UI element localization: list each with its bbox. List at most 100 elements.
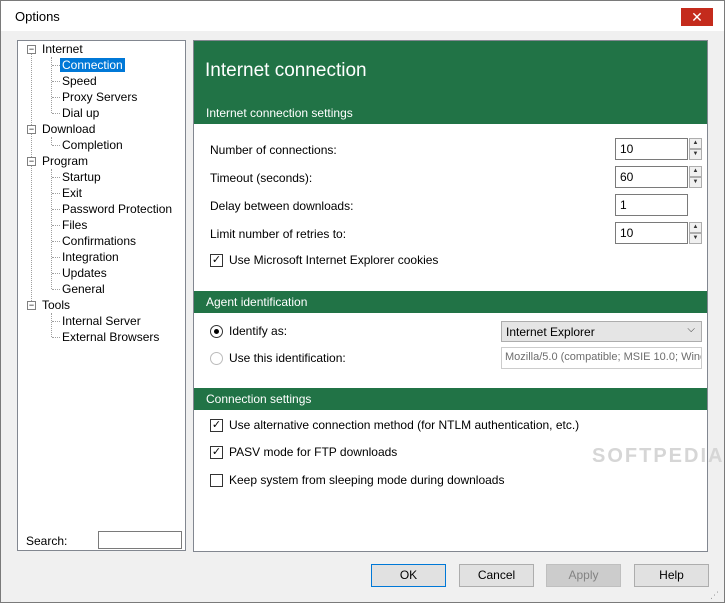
tree-connector xyxy=(52,81,60,82)
spin-up-icon[interactable]: ▲ xyxy=(689,138,702,149)
identify-as-label: Identify as: xyxy=(229,324,288,338)
settings-panel: Internet connection Internet connection … xyxy=(193,40,722,552)
delay-input[interactable]: 1 xyxy=(615,194,688,216)
tree-connector xyxy=(51,169,52,289)
tree-item-completion[interactable]: Completion xyxy=(62,137,123,153)
ie-cookies-checkbox[interactable]: ✓ Use Microsoft Internet Explorer cookies xyxy=(210,253,438,269)
connections-stepper[interactable]: 10 ▲ ▼ xyxy=(615,138,702,160)
tree-connector xyxy=(51,313,52,337)
options-window: Options ✕ − Internet Connection Speed Pr… xyxy=(0,0,725,603)
browser-select[interactable]: Internet Explorer ⌵ xyxy=(501,321,702,342)
collapse-icon[interactable]: − xyxy=(27,157,36,166)
title-bar[interactable]: Options ✕ xyxy=(1,1,724,31)
tree-connector xyxy=(52,337,60,338)
tree-group-internet[interactable]: Internet xyxy=(42,41,83,57)
keep-awake-checkbox[interactable]: Keep system from sleeping mode during do… xyxy=(210,473,504,489)
radio-selected-icon xyxy=(210,325,223,339)
panel-header: Internet connection xyxy=(194,41,707,102)
pasv-checkbox[interactable]: ✓ PASV mode for FTP downloads xyxy=(210,445,397,461)
custom-identification-label: Use this identification: xyxy=(229,351,346,365)
tree-item-general[interactable]: General xyxy=(62,281,105,297)
tree-item-dial-up[interactable]: Dial up xyxy=(62,105,99,121)
radio-unselected-icon xyxy=(210,352,223,366)
cancel-button[interactable]: Cancel xyxy=(459,564,534,587)
apply-button[interactable]: Apply xyxy=(546,564,621,587)
retries-label: Limit number of retries to: xyxy=(210,227,347,241)
tree-item-exit[interactable]: Exit xyxy=(62,185,82,201)
tree-connector xyxy=(52,321,60,322)
collapse-icon[interactable]: − xyxy=(27,125,36,134)
ie-cookies-label: Use Microsoft Internet Explorer cookies xyxy=(229,253,439,267)
watermark: SOFTPEDIA xyxy=(592,445,725,467)
ok-button[interactable]: OK xyxy=(371,564,446,587)
check-icon: ✓ xyxy=(210,419,223,433)
chevron-down-icon: ⌵ xyxy=(687,324,695,335)
resize-grip-icon[interactable]: ⋰ xyxy=(710,590,722,602)
tree-item-password-protection[interactable]: Password Protection xyxy=(62,201,172,217)
timeout-stepper[interactable]: 60 ▲ ▼ xyxy=(615,166,702,188)
tree-group-program[interactable]: Program xyxy=(42,153,88,169)
tree-item-external-browsers[interactable]: External Browsers xyxy=(62,329,159,345)
pasv-label: PASV mode for FTP downloads xyxy=(229,445,398,459)
timeout-label: Timeout (seconds): xyxy=(210,171,313,185)
tree-item-internal-server[interactable]: Internal Server xyxy=(62,313,141,329)
retries-value[interactable]: 10 xyxy=(615,222,688,244)
tree-group-tools[interactable]: Tools xyxy=(42,297,70,313)
section-agent-identification: Agent identification xyxy=(194,291,707,313)
timeout-value[interactable]: 60 xyxy=(615,166,688,188)
section-connection-settings: Internet connection settings xyxy=(194,102,707,124)
tree-connector xyxy=(52,113,60,114)
search-input[interactable] xyxy=(98,531,182,549)
tree-connector xyxy=(52,193,60,194)
tree-item-updates[interactable]: Updates xyxy=(62,265,107,281)
collapse-icon[interactable]: − xyxy=(27,45,36,54)
tree-connector xyxy=(52,225,60,226)
spin-down-icon[interactable]: ▼ xyxy=(689,177,702,188)
custom-identification-radio[interactable]: Use this identification: xyxy=(210,351,346,367)
tree-item-confirmations[interactable]: Confirmations xyxy=(62,233,136,249)
stepper-arrows: ▲ ▼ xyxy=(689,166,702,188)
options-tree: − Internet Connection Speed Proxy Server… xyxy=(17,40,186,551)
spin-down-icon[interactable]: ▼ xyxy=(689,233,702,244)
tree-item-proxy-servers[interactable]: Proxy Servers xyxy=(62,89,137,105)
identify-as-radio[interactable]: Identify as: xyxy=(210,324,287,340)
retries-stepper[interactable]: 10 ▲ ▼ xyxy=(615,222,702,244)
tree-item-speed[interactable]: Speed xyxy=(62,73,97,89)
connections-value[interactable]: 10 xyxy=(615,138,688,160)
tree-connector xyxy=(51,137,52,145)
tree-item-files[interactable]: Files xyxy=(62,217,87,233)
search-label: Search: xyxy=(26,534,68,548)
spin-up-icon[interactable]: ▲ xyxy=(689,222,702,233)
spin-down-icon[interactable]: ▼ xyxy=(689,149,702,160)
tree-connector xyxy=(52,177,60,178)
close-button[interactable]: ✕ xyxy=(681,8,713,26)
help-button[interactable]: Help xyxy=(634,564,709,587)
tree-item-integration[interactable]: Integration xyxy=(62,249,119,265)
delay-label: Delay between downloads: xyxy=(210,199,354,213)
tree-connector xyxy=(52,65,60,66)
tree-connector xyxy=(31,53,32,305)
collapse-icon[interactable]: − xyxy=(27,301,36,310)
tree-connector xyxy=(52,241,60,242)
page-title: Internet connection xyxy=(205,60,367,81)
tree-connector xyxy=(52,209,60,210)
empty-checkbox-icon xyxy=(210,474,223,488)
keep-awake-label: Keep system from sleeping mode during do… xyxy=(229,473,505,487)
user-agent-field[interactable]: Mozilla/5.0 (compatible; MSIE 10.0; Winc xyxy=(501,347,702,369)
tree-connector xyxy=(52,289,60,290)
tree-connector xyxy=(52,97,60,98)
tree-connector xyxy=(52,273,60,274)
stepper-arrows: ▲ ▼ xyxy=(689,138,702,160)
tree-item-connection[interactable]: Connection xyxy=(60,57,125,73)
window-title: Options xyxy=(15,9,60,24)
alt-connection-checkbox[interactable]: ✓ Use alternative connection method (for … xyxy=(210,418,579,434)
tree-item-startup[interactable]: Startup xyxy=(62,169,101,185)
stepper-arrows: ▲ ▼ xyxy=(689,222,702,244)
close-icon: ✕ xyxy=(691,9,703,25)
check-icon: ✓ xyxy=(210,254,223,268)
spin-up-icon[interactable]: ▲ xyxy=(689,166,702,177)
section-connection: Connection settings xyxy=(194,388,707,410)
tree-connector xyxy=(52,145,60,146)
browser-select-value: Internet Explorer xyxy=(506,325,595,339)
tree-group-download[interactable]: Download xyxy=(42,121,95,137)
